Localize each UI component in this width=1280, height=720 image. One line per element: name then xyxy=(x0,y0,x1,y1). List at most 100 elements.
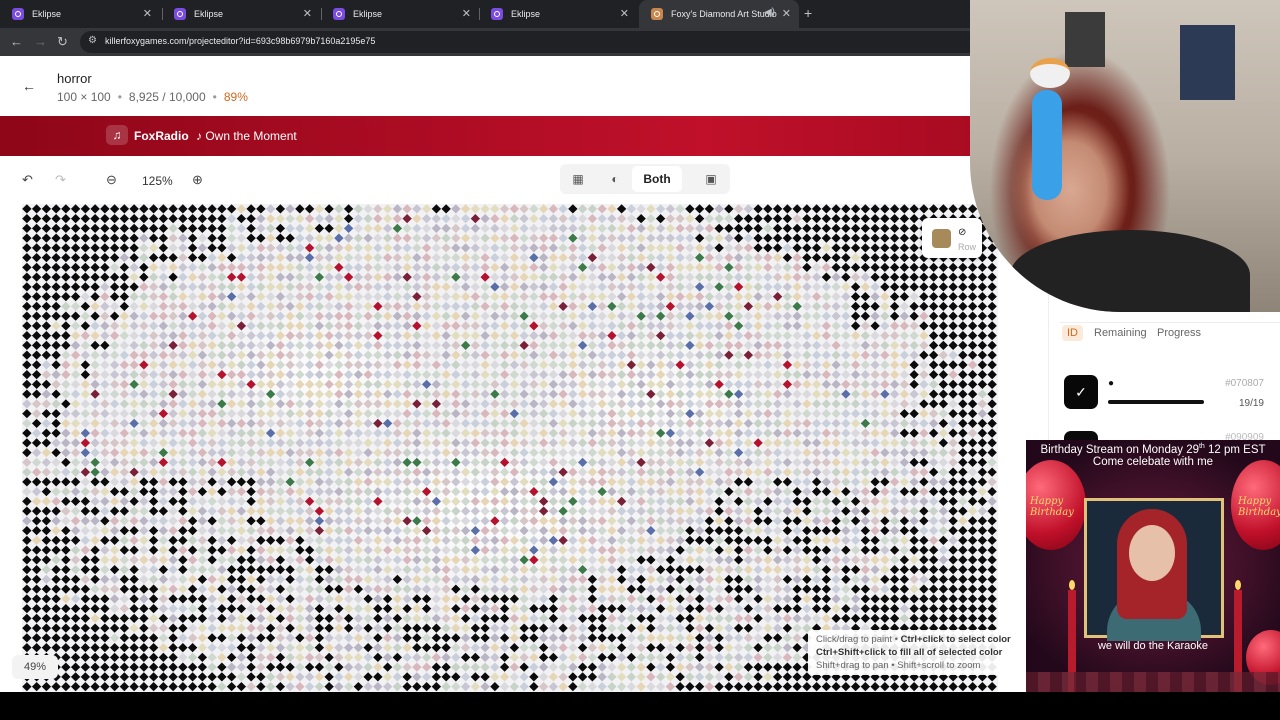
drill-cell[interactable] xyxy=(451,496,461,507)
drill-cell[interactable] xyxy=(665,233,676,243)
drill-cell[interactable] xyxy=(119,603,130,614)
drill-cell[interactable] xyxy=(275,301,286,312)
drill-cell[interactable] xyxy=(724,574,734,585)
drill-cell[interactable] xyxy=(772,642,783,653)
drill-cell[interactable] xyxy=(753,252,763,263)
drill-cell[interactable] xyxy=(412,555,422,565)
drill-cell[interactable] xyxy=(148,564,159,575)
drill-cell[interactable] xyxy=(207,486,217,497)
drill-cell[interactable] xyxy=(412,652,422,663)
drill-cell[interactable] xyxy=(519,223,529,234)
drill-cell[interactable] xyxy=(509,350,520,360)
drill-cell[interactable] xyxy=(402,272,412,282)
drill-cell[interactable] xyxy=(314,262,325,273)
drill-cell[interactable] xyxy=(119,282,130,292)
drill-cell[interactable] xyxy=(724,399,734,409)
drill-cell[interactable] xyxy=(753,272,763,282)
drill-cell[interactable] xyxy=(948,350,958,360)
drill-cell[interactable] xyxy=(373,662,383,672)
drill-cell[interactable] xyxy=(646,389,656,399)
drill-cell[interactable] xyxy=(61,545,71,555)
drill-cell[interactable] xyxy=(265,652,276,663)
drill-cell[interactable] xyxy=(51,291,61,302)
drill-cell[interactable] xyxy=(226,204,237,214)
drill-cell[interactable] xyxy=(743,262,754,273)
drill-cell[interactable] xyxy=(694,408,705,419)
drill-cell[interactable] xyxy=(811,486,822,497)
drill-cell[interactable] xyxy=(597,633,607,643)
drill-cell[interactable] xyxy=(431,496,442,507)
drill-cell[interactable] xyxy=(860,311,871,321)
drill-cell[interactable] xyxy=(334,213,344,224)
drill-cell[interactable] xyxy=(343,418,354,429)
drill-cell[interactable] xyxy=(909,584,919,594)
drill-cell[interactable] xyxy=(246,555,256,565)
drill-cell[interactable] xyxy=(831,330,841,341)
drill-cell[interactable] xyxy=(363,496,373,507)
drill-cell[interactable] xyxy=(265,243,276,253)
drill-cell[interactable] xyxy=(431,457,442,468)
drill-cell[interactable] xyxy=(490,672,500,682)
drill-cell[interactable] xyxy=(451,594,461,604)
drill-cell[interactable] xyxy=(860,516,871,526)
drill-cell[interactable] xyxy=(987,252,997,263)
drill-cell[interactable] xyxy=(256,291,266,302)
drill-cell[interactable] xyxy=(967,272,978,282)
drill-cell[interactable] xyxy=(597,652,607,663)
drill-cell[interactable] xyxy=(392,418,403,429)
drill-cell[interactable] xyxy=(402,447,412,458)
drill-cell[interactable] xyxy=(109,379,120,390)
drill-cell[interactable] xyxy=(353,389,364,399)
drill-cell[interactable] xyxy=(109,555,120,565)
drill-cell[interactable] xyxy=(626,408,637,419)
drill-cell[interactable] xyxy=(616,408,627,419)
drill-cell[interactable] xyxy=(597,447,607,458)
drill-cell[interactable] xyxy=(470,360,481,370)
drill-cell[interactable] xyxy=(353,506,364,516)
drill-cell[interactable] xyxy=(285,204,295,214)
drill-cell[interactable] xyxy=(226,525,237,536)
drill-cell[interactable] xyxy=(353,204,364,214)
drill-cell[interactable] xyxy=(724,447,734,458)
drill-cell[interactable] xyxy=(168,486,178,497)
drill-cell[interactable] xyxy=(158,340,169,351)
drill-cell[interactable] xyxy=(100,330,110,341)
drill-cell[interactable] xyxy=(967,525,978,536)
drill-cell[interactable] xyxy=(139,291,149,302)
drill-cell[interactable] xyxy=(100,223,110,234)
drill-cell[interactable] xyxy=(782,262,793,273)
drill-cell[interactable] xyxy=(714,243,724,253)
drill-cell[interactable] xyxy=(236,594,247,604)
drill-cell[interactable] xyxy=(363,603,373,614)
drill-cell[interactable] xyxy=(80,594,91,604)
drill-cell[interactable] xyxy=(889,574,900,585)
drill-cell[interactable] xyxy=(402,418,412,429)
drill-cell[interactable] xyxy=(100,633,110,643)
drill-cell[interactable] xyxy=(743,603,754,614)
drill-cell[interactable] xyxy=(919,613,929,624)
drill-cell[interactable] xyxy=(61,291,71,302)
drill-cell[interactable] xyxy=(314,613,325,624)
drill-cell[interactable] xyxy=(782,252,793,263)
drill-cell[interactable] xyxy=(256,360,266,370)
drill-cell[interactable] xyxy=(850,369,861,380)
drill-cell[interactable] xyxy=(334,555,344,565)
drill-cell[interactable] xyxy=(226,633,237,643)
drill-cell[interactable] xyxy=(61,467,71,477)
drill-cell[interactable] xyxy=(421,340,432,351)
drill-cell[interactable] xyxy=(343,545,354,555)
drill-cell[interactable] xyxy=(831,447,841,458)
drill-cell[interactable] xyxy=(392,642,403,653)
drill-cell[interactable] xyxy=(694,525,705,536)
drill-cell[interactable] xyxy=(392,252,403,263)
drill-cell[interactable] xyxy=(850,272,861,282)
drill-cell[interactable] xyxy=(587,291,598,302)
drill-cell[interactable] xyxy=(704,330,715,341)
drill-cell[interactable] xyxy=(802,574,812,585)
drill-cell[interactable] xyxy=(217,301,227,312)
drill-cell[interactable] xyxy=(694,311,705,321)
drill-cell[interactable] xyxy=(441,555,451,565)
drill-cell[interactable] xyxy=(334,486,344,497)
drill-cell[interactable] xyxy=(285,438,295,448)
drill-cell[interactable] xyxy=(304,447,315,458)
